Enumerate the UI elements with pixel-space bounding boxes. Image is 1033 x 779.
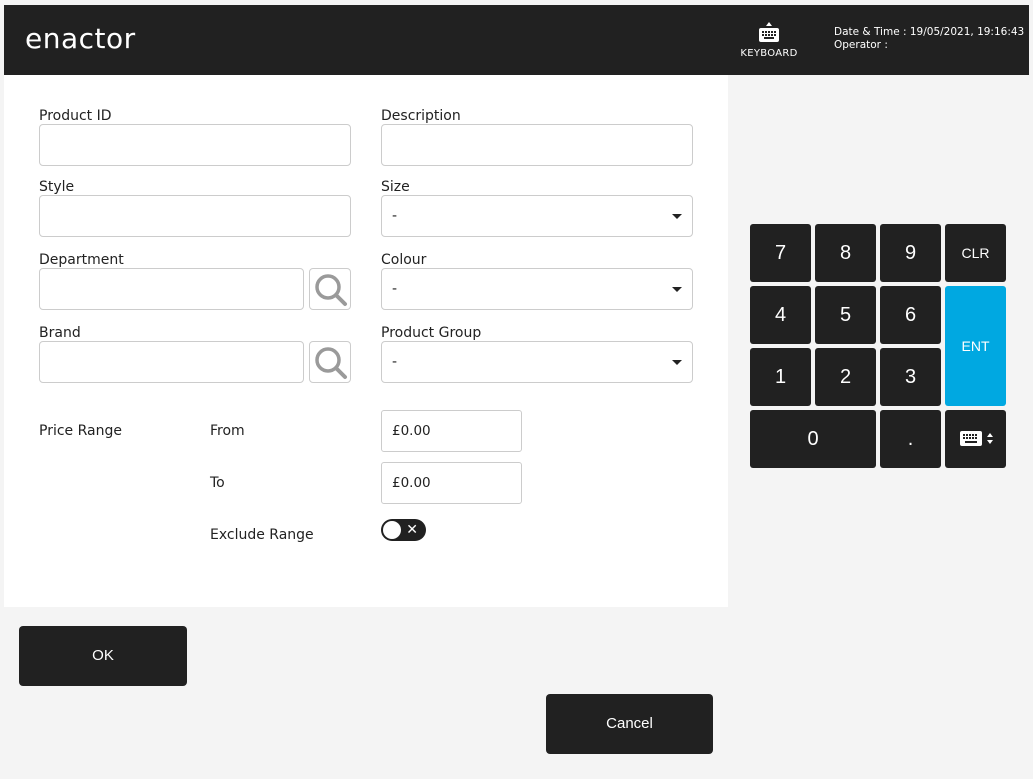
size-selected-value: - <box>392 208 398 224</box>
product-id-label: Product ID <box>39 108 112 124</box>
close-icon: ✕ <box>406 522 418 538</box>
keypad-6[interactable]: 6 <box>880 286 941 344</box>
keyboard-button[interactable]: KEYBOARD <box>732 19 806 67</box>
keypad-1[interactable]: 1 <box>750 348 811 406</box>
ok-button[interactable]: OK <box>19 626 187 686</box>
logo-text: enactor <box>25 22 136 55</box>
colour-label: Colour <box>381 252 427 268</box>
search-icon <box>315 274 347 306</box>
keyboard-icon <box>759 22 779 42</box>
colour-selected-value: - <box>392 281 398 297</box>
price-to-input[interactable]: £0.00 <box>381 462 522 504</box>
product-id-input[interactable] <box>39 124 351 166</box>
description-label: Description <box>381 108 461 124</box>
datetime-text: Date & Time : 19/05/2021, 19:16:43 <box>834 26 1025 38</box>
keypad-toggle-keyboard[interactable] <box>945 410 1006 468</box>
brand-input[interactable] <box>39 341 304 383</box>
price-from-input[interactable]: £0.00 <box>381 410 522 452</box>
keypad-0[interactable]: 0 <box>750 410 876 468</box>
price-from-label: From <box>210 423 245 439</box>
description-input[interactable] <box>381 124 693 166</box>
toggle-knob <box>383 521 401 539</box>
department-label: Department <box>39 252 124 268</box>
keypad-ent[interactable]: ENT <box>945 286 1006 406</box>
style-label: Style <box>39 179 75 195</box>
price-to-label: To <box>210 475 225 491</box>
department-input[interactable] <box>39 268 304 310</box>
operator-text: Operator : <box>834 39 888 51</box>
keypad-3[interactable]: 3 <box>880 348 941 406</box>
keypad-9[interactable]: 9 <box>880 224 941 282</box>
keypad-4[interactable]: 4 <box>750 286 811 344</box>
size-select[interactable]: - <box>381 195 693 237</box>
caret-down-icon <box>672 287 682 292</box>
brand-label: Brand <box>39 325 81 341</box>
product-group-label: Product Group <box>381 325 482 341</box>
keyboard-label: KEYBOARD <box>740 48 798 59</box>
brand-search-button[interactable] <box>309 341 351 383</box>
session-info: Date & Time : 19/05/2021, 19:16:43 Opera… <box>834 26 1024 52</box>
keypad-7[interactable]: 7 <box>750 224 811 282</box>
enactor-logo: enactor <box>25 22 136 55</box>
header-bar: enactor KEYBOARD Date & Time : 19/05/202… <box>4 5 1029 75</box>
keypad-dot[interactable]: . <box>880 410 941 468</box>
product-group-select[interactable]: - <box>381 341 693 383</box>
exclude-range-toggle[interactable]: ✕ <box>381 519 426 541</box>
caret-down-icon <box>672 360 682 365</box>
exclude-range-label: Exclude Range <box>210 527 314 543</box>
size-label: Size <box>381 179 410 195</box>
product-group-selected-value: - <box>392 354 398 370</box>
cancel-button[interactable]: Cancel <box>546 694 713 754</box>
colour-select[interactable]: - <box>381 268 693 310</box>
keypad-8[interactable]: 8 <box>815 224 876 282</box>
department-search-button[interactable] <box>309 268 351 310</box>
style-input[interactable] <box>39 195 351 237</box>
keypad-clr[interactable]: CLR <box>945 224 1006 282</box>
keypad-2[interactable]: 2 <box>815 348 876 406</box>
caret-down-icon <box>672 214 682 219</box>
price-range-label: Price Range <box>39 423 122 439</box>
keyboard-toggle-icon <box>960 431 993 446</box>
keypad-5[interactable]: 5 <box>815 286 876 344</box>
search-icon <box>315 347 347 379</box>
